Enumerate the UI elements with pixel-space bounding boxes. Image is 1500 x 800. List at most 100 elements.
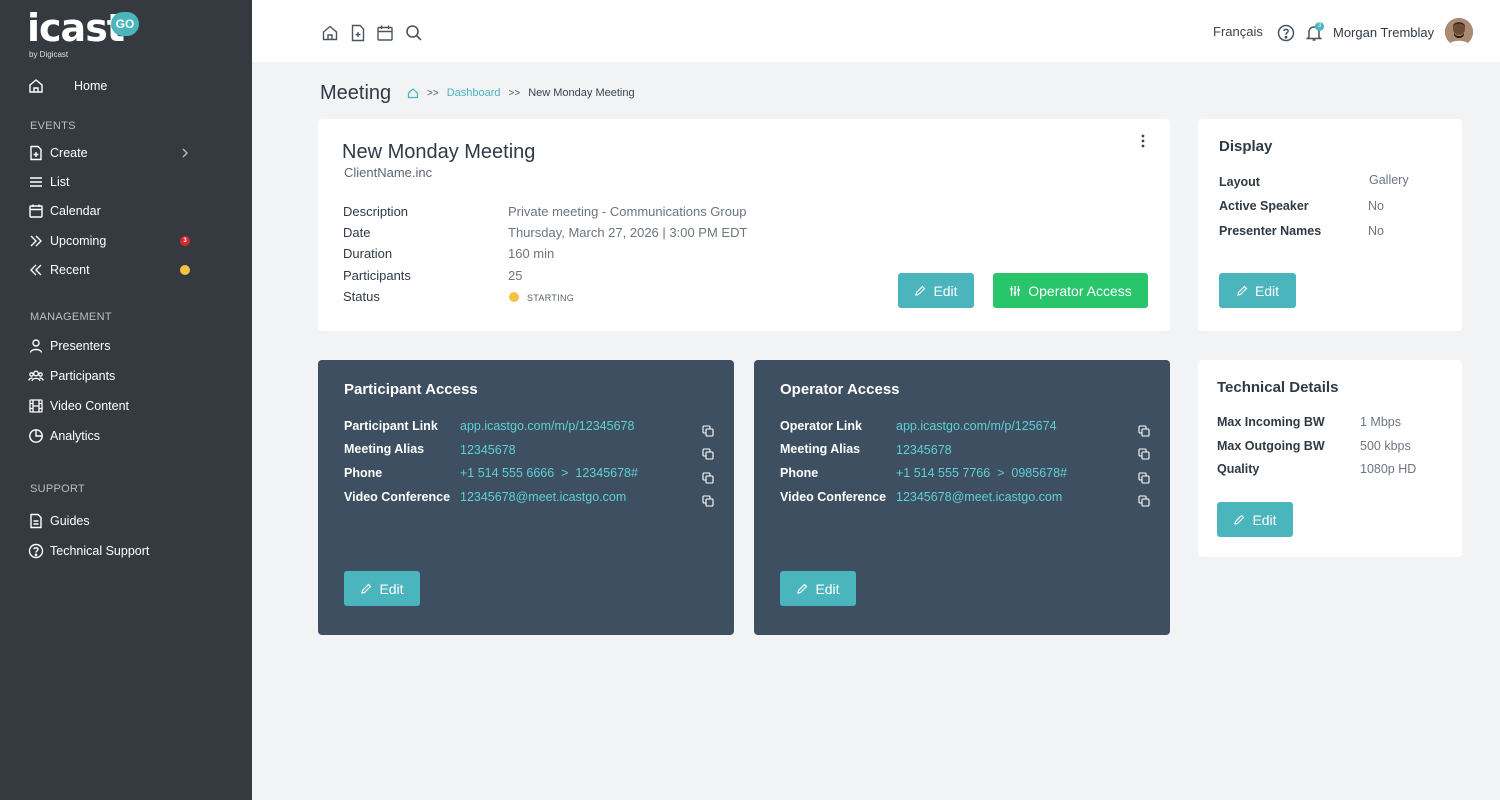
edit-display-button[interactable]: Edit <box>1219 273 1296 308</box>
brand-logo[interactable]: icast GO by Digicast <box>27 6 142 60</box>
search-icon[interactable] <box>405 24 423 42</box>
copy-icon[interactable] <box>702 447 714 460</box>
list-icon <box>28 174 44 190</box>
copy-icon[interactable] <box>702 494 714 507</box>
more-options-icon[interactable] <box>1140 133 1146 149</box>
sidebar-item-label: Guides <box>50 514 90 528</box>
copy-icon[interactable] <box>1138 424 1150 437</box>
max-incoming-value: 1 Mbps <box>1360 415 1401 429</box>
sidebar-item-recent[interactable]: Recent <box>28 259 90 281</box>
participant-link-value[interactable]: app.icastgo.com/m/p/12345678 <box>460 419 634 433</box>
sidebar-item-guides[interactable]: Guides <box>28 510 90 532</box>
sidebar-item-label: Presenters <box>50 339 111 353</box>
sidebar-item-create[interactable]: Create <box>28 142 88 164</box>
edit-technical-button[interactable]: Edit <box>1217 502 1293 537</box>
file-plus-icon[interactable] <box>349 24 367 42</box>
notification-count-badge: 3 <box>1315 22 1324 31</box>
avatar[interactable] <box>1445 18 1473 46</box>
chevrons-left-icon <box>28 262 44 278</box>
active-speaker-value: No <box>1368 199 1384 213</box>
copy-icon[interactable] <box>702 424 714 437</box>
meeting-client: ClientName.inc <box>344 165 433 180</box>
copy-icon[interactable] <box>1138 494 1150 507</box>
edit-label: Edit <box>1252 511 1277 528</box>
language-switch[interactable]: Français <box>1213 24 1263 39</box>
quality-value: 1080p HD <box>1360 462 1417 476</box>
operator-link-value[interactable]: app.icastgo.com/m/p/125674 <box>896 419 1057 433</box>
phone-label: Phone <box>344 466 383 480</box>
pencil-icon <box>796 583 808 595</box>
participant-access-title: Participant Access <box>344 381 478 398</box>
home-icon[interactable] <box>407 87 419 99</box>
sidebar-item-label: Video Content <box>50 399 129 413</box>
edit-label: Edit <box>933 282 958 299</box>
top-bar: Français 3 Morgan Tremblay <box>252 0 1500 62</box>
video-conference-value[interactable]: 12345678@meet.icastgo.com <box>460 490 626 504</box>
sidebar-item-label: Technical Support <box>50 544 150 558</box>
brand-name: icast <box>27 6 125 50</box>
layout-label: Layout <box>1219 175 1260 189</box>
participants-value: 25 <box>508 268 523 283</box>
description-label: Description <box>343 204 409 219</box>
sidebar-item-home[interactable]: Home <box>28 75 107 97</box>
chevron-right-icon <box>182 148 188 158</box>
breadcrumb: >> Dashboard >> New Monday Meeting <box>407 87 635 99</box>
sidebar-item-list[interactable]: List <box>28 171 69 193</box>
description-value: Private meeting - Communications Group <box>508 204 747 219</box>
phone-value[interactable]: +1 514 555 6666 > 12345678# <box>460 466 638 480</box>
sidebar-item-label: Home <box>74 79 108 93</box>
video-conference-value[interactable]: 12345678@meet.icastgo.com <box>896 490 1062 504</box>
max-outgoing-label: Max Outgoing BW <box>1217 439 1325 453</box>
sidebar-item-analytics[interactable]: Analytics <box>28 425 100 447</box>
meeting-alias-value[interactable]: 12345678 <box>460 443 516 457</box>
operator-access-button[interactable]: Operator Access <box>993 273 1148 308</box>
edit-label: Edit <box>379 580 404 597</box>
file-plus-icon <box>28 145 44 161</box>
calendar-icon[interactable] <box>376 24 394 42</box>
pencil-icon <box>360 583 372 595</box>
display-card: Display Layout Gallery Active Speaker No… <box>1198 119 1462 331</box>
sidebar-item-label: Participants <box>50 369 116 383</box>
sidebar-item-technical-support[interactable]: Technical Support <box>28 540 149 562</box>
meeting-summary-card: New Monday Meeting ClientName.inc Descri… <box>318 119 1170 331</box>
sidebar-item-upcoming[interactable]: Upcoming <box>28 230 106 252</box>
copy-icon[interactable] <box>1138 471 1150 484</box>
edit-operator-access-button[interactable]: Edit <box>780 571 856 606</box>
sidebar-item-label: Upcoming <box>50 234 107 248</box>
edit-participant-access-button[interactable]: Edit <box>344 571 420 606</box>
help-circle-icon[interactable] <box>1277 24 1295 42</box>
sidebar-item-calendar[interactable]: Calendar <box>28 200 101 222</box>
home-icon[interactable] <box>321 24 339 42</box>
user-icon <box>28 338 44 354</box>
participants-label: Participants <box>343 268 411 283</box>
sidebar-item-label: Analytics <box>50 429 101 443</box>
quality-label: Quality <box>1217 462 1260 476</box>
status-dot <box>509 292 519 302</box>
sidebar-item-video-content[interactable]: Video Content <box>28 395 129 417</box>
edit-label: Edit <box>815 580 840 597</box>
max-incoming-label: Max Incoming BW <box>1217 415 1325 429</box>
phone-value[interactable]: +1 514 555 7766 > 0985678# <box>896 466 1067 480</box>
sidebar-item-participants[interactable]: Participants <box>28 365 115 387</box>
home-icon <box>28 78 44 94</box>
pencil-icon <box>1236 285 1248 297</box>
pencil-icon <box>1233 514 1245 526</box>
operator-access-card: Operator Access Operator Link app.icastg… <box>754 360 1170 635</box>
copy-icon[interactable] <box>1138 447 1150 460</box>
sidebar-item-presenters[interactable]: Presenters <box>28 335 110 357</box>
page-title: Meeting <box>320 82 392 104</box>
user-name[interactable]: Morgan Tremblay <box>1333 25 1434 40</box>
breadcrumb-separator-icon: >> <box>427 87 439 99</box>
layout-value: Gallery <box>1369 173 1409 187</box>
copy-icon[interactable] <box>702 471 714 484</box>
edit-meeting-button[interactable]: Edit <box>898 273 974 308</box>
breadcrumb-dashboard-link[interactable]: Dashboard <box>447 87 501 99</box>
date-label: Date <box>343 225 371 240</box>
breadcrumb-current: New Monday Meeting <box>528 87 635 99</box>
sidebar-item-label: Create <box>50 146 88 160</box>
operator-access-title: Operator Access <box>780 381 900 398</box>
phone-label: Phone <box>780 466 819 480</box>
active-speaker-label: Active Speaker <box>1219 199 1309 213</box>
meeting-alias-value[interactable]: 12345678 <box>896 443 952 457</box>
management-section-header: MANAGEMENT <box>30 311 112 323</box>
